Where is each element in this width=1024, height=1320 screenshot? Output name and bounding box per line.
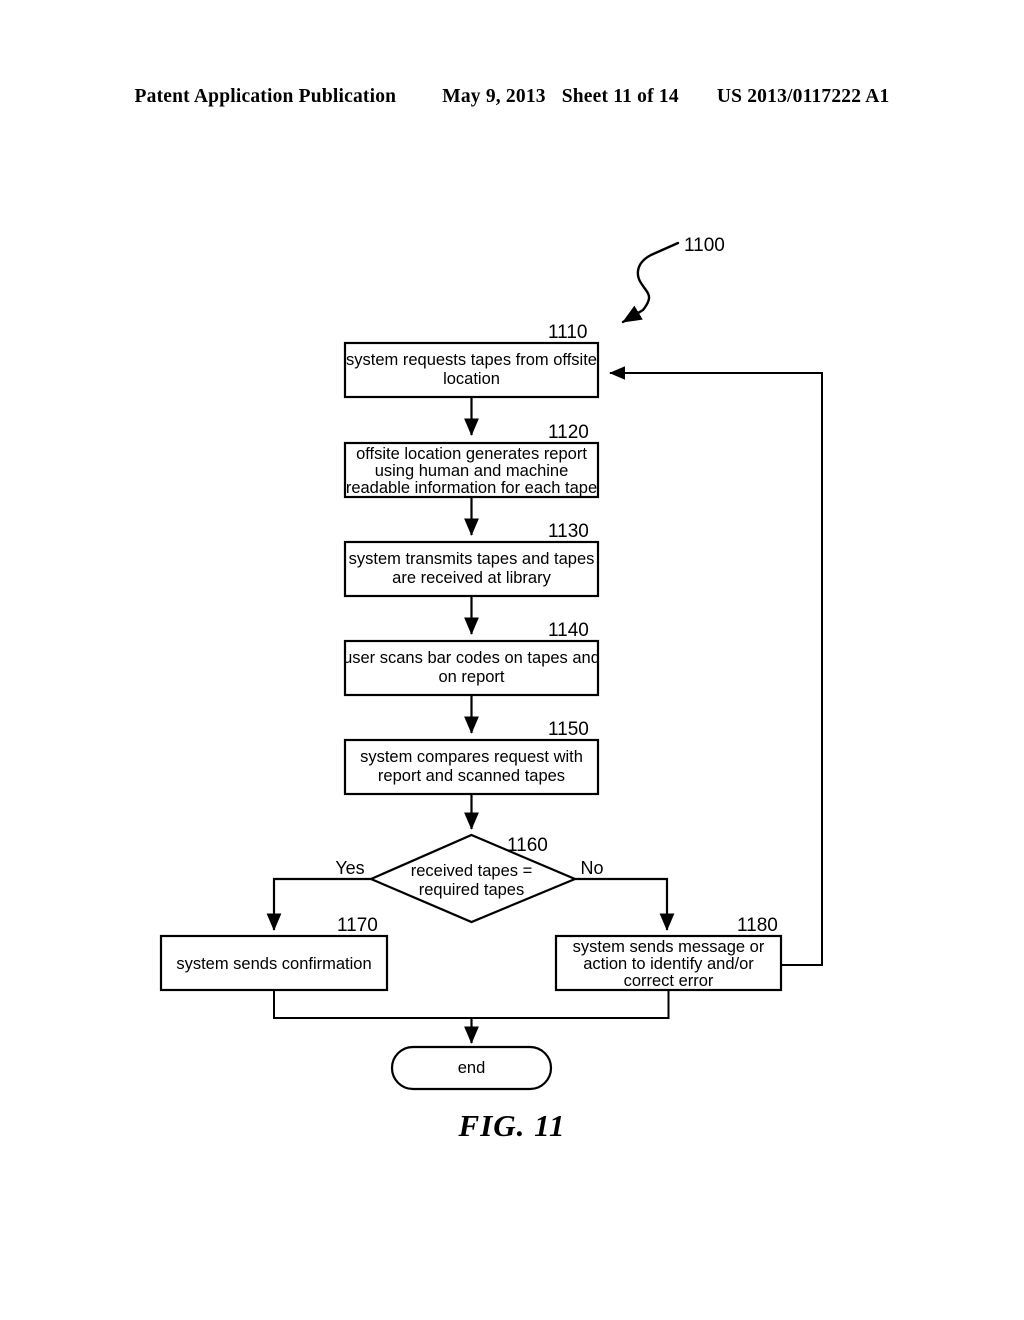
connector-feedback-1180-to-1110	[609, 366, 823, 966]
node-1150-line-2: report and scanned tapes	[378, 767, 565, 785]
diagram-ref-1100: 1100	[621, 235, 725, 324]
node-1130-line-2: are received at library	[392, 569, 551, 587]
node-end-label: end	[458, 1059, 486, 1077]
node-1120-line-3: readable information for each tape	[346, 479, 597, 497]
figure-caption: FIG. 11	[458, 1108, 566, 1143]
node-1170-ref: 1170	[337, 915, 378, 936]
node-1130-line-1: system transmits tapes and tapes	[349, 550, 595, 568]
node-1110-line-2: location	[443, 370, 500, 388]
node-1180[interactable]: 1180 system sends message or action to i…	[554, 915, 783, 992]
node-1160-line-2: required tapes	[419, 881, 525, 899]
connector-no-branch	[575, 877, 675, 931]
branch-label-no: No	[580, 858, 603, 878]
node-1150-line-1: system compares request with	[360, 748, 583, 766]
node-1140-line-2: on report	[438, 668, 504, 686]
node-1120-line-2: using human and machine	[375, 462, 569, 480]
node-1110-line-1: system requests tapes from offsite	[346, 351, 597, 369]
branch-label-yes: Yes	[335, 858, 364, 878]
node-1120-ref: 1120	[548, 422, 589, 443]
node-1180-line-3: correct error	[624, 972, 714, 990]
patent-figure-page: Patent Application Publication May 9, 20…	[0, 0, 1024, 1320]
node-1130-ref: 1130	[548, 521, 589, 542]
node-1110-ref: 1110	[548, 322, 587, 343]
node-1110[interactable]: 1110 system requests tapes from offsite …	[343, 322, 600, 399]
node-1180-line-1: system sends message or	[573, 938, 765, 956]
diagram-ref-1100-label: 1100	[684, 235, 725, 256]
node-1150-ref: 1150	[548, 719, 589, 740]
node-end[interactable]: end	[390, 1045, 553, 1091]
node-1180-line-2: action to identify and/or	[583, 955, 754, 973]
node-1140-ref: 1140	[548, 620, 589, 641]
node-1160-line-1: received tapes =	[411, 862, 533, 880]
node-1160[interactable]: 1160 received tapes = required tapes	[368, 833, 578, 924]
node-1140-line-1: user scans bar codes on tapes and	[343, 649, 600, 667]
node-1180-ref: 1180	[737, 915, 778, 936]
node-1120-line-1: offsite location generates report	[356, 445, 587, 463]
connector-merge-to-end	[273, 990, 670, 1019]
node-1160-ref: 1160	[507, 835, 548, 856]
node-1170-line-1: system sends confirmation	[176, 955, 371, 973]
